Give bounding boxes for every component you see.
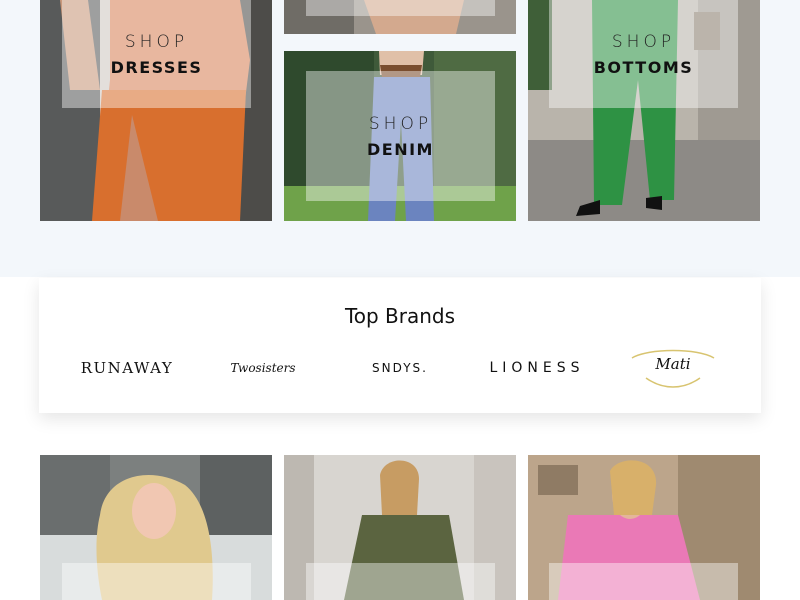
shop-denim-tile[interactable]: SHOP DENIM bbox=[284, 51, 516, 221]
brand-twosisters-label: Twosisters bbox=[230, 361, 296, 375]
bottom-left-photo bbox=[40, 455, 272, 600]
bottom-left-tile[interactable] bbox=[40, 455, 272, 600]
brand-runaway-label: RUNAWAY bbox=[80, 359, 174, 377]
shop-dresses-tile[interactable]: SHOP DRESSES bbox=[40, 0, 272, 221]
shop-denim-overlay: SHOP DENIM bbox=[306, 71, 495, 201]
bottom-right-photo bbox=[528, 455, 760, 600]
top-middle-photo bbox=[284, 0, 516, 34]
brand-mati[interactable]: Mati bbox=[627, 348, 719, 388]
top-brands-card: Top Brands RUNAWAY Twosisters SNDYS. LIO… bbox=[39, 278, 761, 413]
mati-logo-wrap: Mati bbox=[628, 348, 718, 388]
category-label-dresses: DRESSES bbox=[110, 57, 203, 77]
brand-twosisters[interactable]: Twosisters bbox=[223, 348, 303, 388]
shop-dresses-overlay: SHOP DRESSES bbox=[62, 0, 251, 108]
shop-label: SHOP bbox=[124, 31, 189, 52]
brand-sndys-label: SNDYS. bbox=[372, 361, 428, 375]
category-label-denim: DENIM bbox=[367, 139, 434, 159]
bottom-right-tile[interactable] bbox=[528, 455, 760, 600]
shop-label: SHOP bbox=[611, 31, 676, 52]
brand-runaway[interactable]: RUNAWAY bbox=[79, 348, 175, 388]
shop-bottoms-tile[interactable]: SHOP BOTTOMS bbox=[528, 0, 760, 221]
brand-lioness[interactable]: LIONESS bbox=[487, 348, 587, 388]
shop-label: SHOP bbox=[368, 113, 433, 134]
brand-mati-label: Mati bbox=[655, 355, 691, 373]
top-brands-title: Top Brands bbox=[344, 304, 456, 328]
category-label-bottoms: BOTTOMS bbox=[593, 57, 694, 77]
shop-bottoms-overlay: SHOP BOTTOMS bbox=[549, 0, 738, 108]
brand-lioness-label: LIONESS bbox=[489, 360, 585, 376]
top-middle-tile[interactable] bbox=[284, 0, 516, 34]
bottom-middle-tile[interactable] bbox=[284, 455, 516, 600]
brand-sndys[interactable]: SNDYS. bbox=[362, 348, 438, 388]
bottom-middle-photo bbox=[284, 455, 516, 600]
